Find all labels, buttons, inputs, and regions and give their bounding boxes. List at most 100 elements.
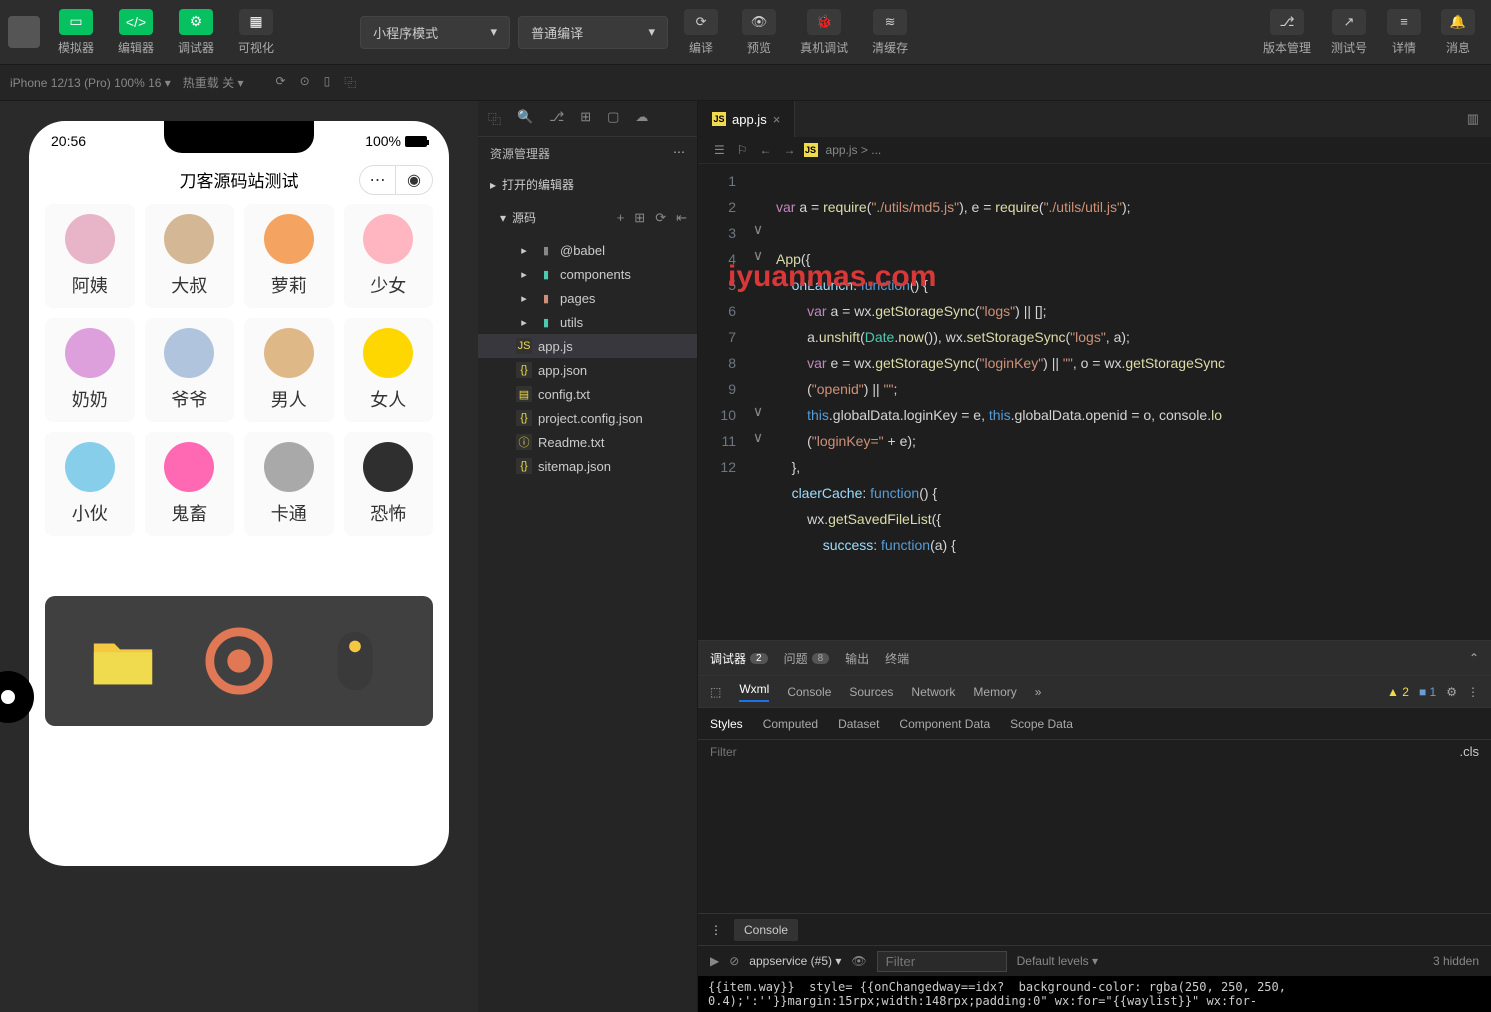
grid-item[interactable]: 女人 [344,318,434,422]
record-circle-icon[interactable] [204,626,274,696]
tab-problems[interactable]: 问题8 [784,650,830,667]
styles-filter-input[interactable] [710,744,1460,759]
code-editor[interactable]: 123456789101112 ∨∨∨∨ iyuanmas.comvar a =… [698,164,1491,640]
log-levels-selector[interactable]: Default levels ▾ [1017,954,1098,968]
tree-item[interactable]: ▸▮utils [478,310,697,334]
cls-toggle[interactable]: .cls [1460,744,1480,759]
grid-item[interactable]: 萝莉 [244,204,334,308]
tab-editor[interactable]: </>编辑器 [108,5,164,60]
more-icon[interactable]: ⋯ [673,145,685,162]
tab-computed[interactable]: Computed [763,717,818,731]
test-account-button[interactable]: ↗测试号 [1323,7,1375,58]
hot-reload-toggle[interactable]: 热重载 关 ▾ [183,74,244,91]
tab-visual[interactable]: ▦可视化 [228,5,284,60]
refresh-icon[interactable]: ⟳ [276,74,286,91]
record-icon[interactable]: ⊙ [300,74,310,91]
devtools-more-icon[interactable]: » [1035,685,1042,699]
tab-component-data[interactable]: Component Data [899,717,990,731]
tree-item[interactable]: {}project.config.json [478,406,697,430]
devtools-tab-console[interactable]: Console [787,685,831,699]
files-icon[interactable]: ⿻ [488,109,501,128]
tab-debugger[interactable]: 调试器2 [710,650,768,667]
tab-terminal[interactable]: 终端 [885,650,909,667]
compile-dropdown[interactable]: 普通编译▾ [518,16,668,49]
mode-dropdown[interactable]: 小程序模式▾ [360,16,510,49]
tree-item[interactable]: ⓘReadme.txt [478,430,697,454]
device-icon[interactable]: ▯ [324,74,331,91]
hidden-count[interactable]: 3 hidden [1433,954,1479,968]
devtools-tab-memory[interactable]: Memory [973,685,1016,699]
clear-cache-button[interactable]: ≋清缓存 [864,7,916,58]
copy-icon[interactable]: ⿻ [344,74,356,91]
tree-item[interactable]: ▸▮pages [478,286,697,310]
grid-item[interactable]: 恐怖 [344,432,434,536]
version-control-button[interactable]: ⎇版本管理 [1255,7,1319,58]
gear-icon[interactable]: ⚙ [1446,685,1457,699]
warning-count[interactable]: ▲ 2 [1387,685,1409,699]
search-icon[interactable]: 🔍 [517,109,533,128]
console-tab[interactable]: Console [734,919,798,941]
inspect-icon[interactable]: ⬚ [710,685,721,699]
grid-item[interactable]: 男人 [244,318,334,422]
device-selector[interactable]: iPhone 12/13 (Pro) 100% 16 ▾ [10,76,171,90]
grid-item[interactable]: 爷爷 [145,318,235,422]
eye-icon[interactable]: 👁 [851,954,866,968]
info-count[interactable]: ■ 1 [1419,685,1436,699]
grid-item[interactable]: 小伙 [45,432,135,536]
mouse-icon[interactable] [320,626,390,696]
devtools-tab-wxml[interactable]: Wxml [739,682,769,702]
grid-item[interactable]: 少女 [344,204,434,308]
clear-icon[interactable]: ⊘ [729,954,739,968]
tree-item[interactable]: {}app.json [478,358,697,382]
new-file-icon[interactable]: + [617,210,625,226]
collapse-icon[interactable]: ⇤ [676,210,687,226]
capsule-close-icon[interactable]: ◉ [396,166,432,194]
tab-debugger[interactable]: ⚙调试器 [168,5,224,60]
play-icon[interactable]: ▶ [710,954,719,968]
breadcrumb-path[interactable]: app.js > ... [826,143,882,157]
folder-icon[interactable] [88,626,158,696]
tab-scope-data[interactable]: Scope Data [1010,717,1073,731]
details-button[interactable]: ≡详情 [1379,7,1429,58]
tree-item[interactable]: {}sitemap.json [478,454,697,478]
list-icon[interactable]: ☰ [714,143,725,157]
kebab-icon[interactable]: ⋮ [710,923,722,937]
remote-debug-button[interactable]: 🐞真机调试 [792,7,856,58]
tree-item[interactable]: ▸▮components [478,262,697,286]
back-icon[interactable]: ← [760,143,772,157]
expand-icon[interactable]: ⌃ [1469,651,1479,665]
widgets-icon[interactable]: ⊞ [580,109,591,128]
forward-icon[interactable]: → [784,143,796,157]
split-editor-icon[interactable]: ▥ [1455,101,1491,137]
kebab-icon[interactable]: ⋮ [1467,685,1479,699]
tree-item[interactable]: ▸▮@babel [478,238,697,262]
refresh-icon[interactable]: ⟳ [655,210,666,226]
box-icon[interactable]: ▢ [607,109,619,128]
cloud-icon[interactable]: ☁ [635,109,648,128]
tree-item[interactable]: JSapp.js [478,334,697,358]
git-icon[interactable]: ⎇ [549,109,564,128]
grid-item[interactable]: 大叔 [145,204,235,308]
compile-button[interactable]: ⟳编译 [676,7,726,58]
devtools-tab-network[interactable]: Network [911,685,955,699]
code-content[interactable]: iyuanmas.comvar a = require("./utils/md5… [768,164,1491,640]
grid-item[interactable]: 奶奶 [45,318,135,422]
console-filter-input[interactable] [877,951,1007,972]
bookmark-icon[interactable]: ⚐ [737,143,748,157]
capsule-menu-icon[interactable]: ⋯ [360,166,396,194]
tab-output[interactable]: 输出 [845,650,869,667]
new-folder-icon[interactable]: ⊞ [634,210,645,226]
grid-item[interactable]: 阿姨 [45,204,135,308]
grid-item[interactable]: 鬼畜 [145,432,235,536]
open-editors-section[interactable]: ▸ 打开的编辑器 [478,170,697,199]
editor-tab-appjs[interactable]: JS app.js × [698,101,795,137]
source-toggle[interactable]: ▾ 源码 [488,203,548,232]
preview-button[interactable]: 👁预览 [734,7,784,58]
tab-styles[interactable]: Styles [710,717,743,731]
grid-item[interactable]: 卡通 [244,432,334,536]
tab-simulator[interactable]: ▭模拟器 [48,5,104,60]
devtools-tab-sources[interactable]: Sources [849,685,893,699]
close-icon[interactable]: × [773,112,781,127]
tree-item[interactable]: ▤config.txt [478,382,697,406]
tab-dataset[interactable]: Dataset [838,717,879,731]
